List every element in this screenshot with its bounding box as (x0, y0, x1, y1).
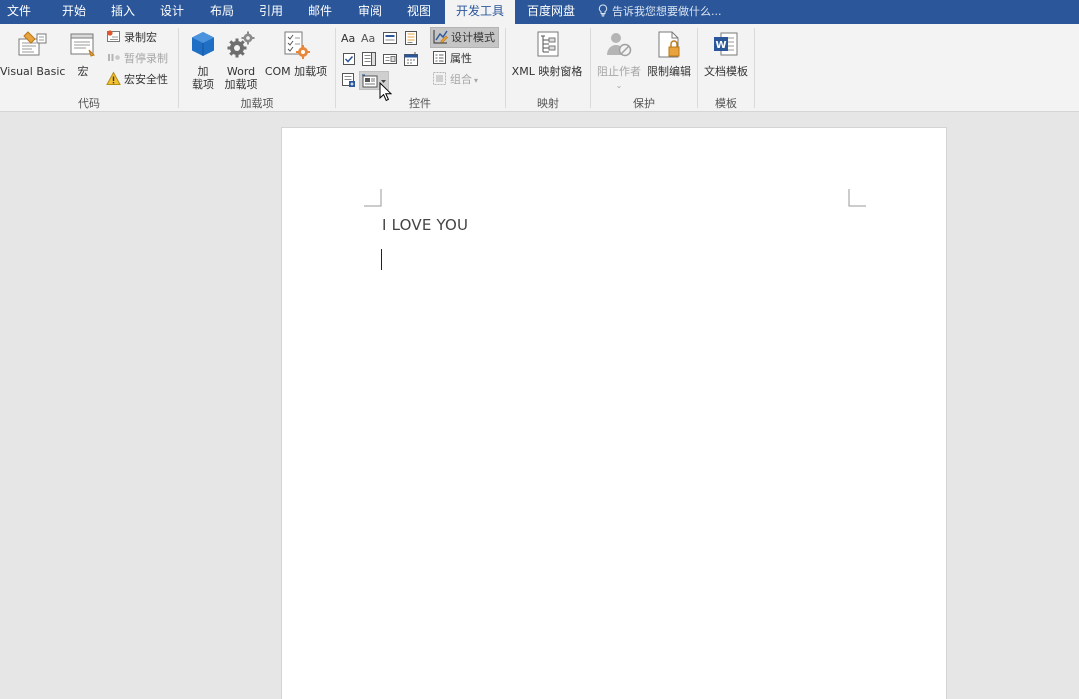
group-label-protect: 保护 (633, 97, 655, 110)
properties-label: 属性 (450, 52, 472, 65)
pause-icon (106, 50, 121, 71)
ribbon-tab-bar: 文件 开始 插入 设计 布局 引用 邮件 审阅 视图 开发工具 百度网盘 告诉我… (0, 0, 1079, 24)
document-text[interactable]: I LOVE YOU (382, 216, 468, 234)
block-authors-label: 阻止作者 (597, 65, 641, 78)
margin-corner-top-right (848, 189, 866, 207)
tell-me-placeholder: 告诉我您想要做什么... (612, 5, 722, 18)
word-addins-button[interactable]: Word 加载项 (222, 30, 260, 91)
block-authors-button[interactable]: 阻止作者 ⌄ (594, 30, 644, 92)
visual-basic-label: Visual Basic (0, 65, 66, 78)
document-template-button[interactable]: W 文档模板 (700, 30, 752, 78)
tab-baidu-netdisk[interactable]: 百度网盘 (520, 0, 582, 24)
tab-home[interactable]: 开始 (55, 0, 93, 24)
tab-file[interactable]: 文件 (0, 0, 38, 24)
svg-text:Aa: Aa (341, 32, 355, 45)
combo-box-content-control-icon[interactable] (361, 51, 377, 67)
addins-cube-icon (186, 30, 220, 63)
tab-design[interactable]: 设计 (153, 0, 191, 24)
tab-references[interactable]: 引用 (252, 0, 290, 24)
group-separator (754, 28, 755, 108)
com-addins-icon (262, 30, 330, 63)
macros-label: 宏 (77, 65, 89, 78)
macro-security-label: 宏安全性 (124, 73, 168, 86)
properties-button[interactable]: 属性 (432, 49, 472, 68)
picture-content-control-icon[interactable] (382, 30, 398, 46)
svg-text:W: W (716, 40, 727, 51)
checkbox-content-control-icon[interactable] (341, 51, 357, 67)
addins-label-line1: 加 (197, 65, 209, 78)
macros-button[interactable]: 宏 (66, 30, 100, 78)
record-macro-icon (106, 29, 121, 50)
macros-icon (66, 30, 100, 63)
xml-mapping-pane-label: XML 映射窗格 (511, 65, 583, 78)
date-picker-content-control-icon[interactable] (403, 51, 419, 67)
tab-insert[interactable]: 插入 (104, 0, 142, 24)
com-addins-button[interactable]: COM 加载项 (262, 30, 330, 78)
rich-text-content-control-icon[interactable]: Aa (341, 30, 359, 46)
group-label-mapping: 映射 (537, 97, 559, 110)
group-label-code: 代码 (78, 97, 100, 110)
document-template-label: 文档模板 (704, 65, 748, 78)
chevron-down-icon: ▾ (474, 76, 479, 85)
svg-text:Aa: Aa (361, 32, 375, 45)
tab-mailings[interactable]: 邮件 (301, 0, 339, 24)
gears-icon (222, 30, 260, 63)
building-block-gallery-icon[interactable] (403, 30, 419, 46)
pause-recording-label: 暂停录制 (124, 52, 168, 65)
addins-label-line2: 载项 (192, 78, 214, 91)
pause-recording-button[interactable]: 暂停录制 (106, 49, 168, 68)
xml-mapping-icon (508, 30, 586, 63)
design-mode-button[interactable]: 设计模式 (430, 27, 499, 48)
word-addins-label-line1: Word (226, 65, 256, 78)
xml-mapping-pane-button[interactable]: XML 映射窗格 (508, 30, 586, 78)
text-cursor (381, 249, 382, 270)
restrict-editing-button[interactable]: 限制编辑 (644, 30, 694, 78)
warning-icon (106, 71, 121, 92)
addins-button[interactable]: 加 载项 (186, 30, 220, 91)
tab-developer[interactable]: 开发工具 (445, 0, 515, 24)
restrict-editing-label: 限制编辑 (647, 65, 691, 78)
margin-corner-top-left (364, 189, 382, 207)
visual-basic-icon (0, 30, 64, 63)
group-button[interactable]: 组合 ▾ (432, 70, 478, 89)
ribbon-developer: Visual Basic 宏 录制宏 暂停录制 宏安全性 代码 加 载项 Wor… (0, 24, 1079, 112)
document-page[interactable]: I LOVE YOU (281, 127, 947, 699)
lightbulb-icon (598, 2, 608, 25)
macro-security-button[interactable]: 宏安全性 (106, 70, 168, 89)
repeating-section-content-control-icon[interactable] (341, 72, 357, 88)
tab-review[interactable]: 审阅 (351, 0, 389, 24)
tell-me-box[interactable]: 告诉我您想要做什么... (598, 0, 722, 24)
plain-text-content-control-icon[interactable]: Aa (361, 30, 379, 46)
restrict-editing-icon (644, 30, 694, 63)
record-macro-button[interactable]: 录制宏 (106, 28, 157, 47)
design-mode-icon (433, 29, 448, 50)
group-label-controls: 控件 (409, 97, 431, 110)
group-label-addins: 加载项 (240, 97, 274, 110)
com-addins-label: COM 加载项 (264, 65, 328, 78)
dropdown-list-content-control-icon[interactable] (382, 51, 398, 67)
group-label-templates: 模板 (715, 97, 737, 110)
word-addins-label-line2: 加载项 (224, 78, 258, 91)
design-mode-label: 设计模式 (451, 31, 495, 44)
tab-layout[interactable]: 布局 (203, 0, 241, 24)
word-document-icon: W (700, 30, 752, 63)
record-macro-label: 录制宏 (124, 31, 157, 44)
visual-basic-button[interactable]: Visual Basic (0, 30, 66, 78)
tab-view[interactable]: 视图 (400, 0, 438, 24)
group-icon (432, 71, 447, 92)
group-label-text: 组合 (450, 73, 472, 86)
block-authors-icon (594, 30, 644, 63)
chevron-down-icon: ⌄ (615, 81, 623, 90)
properties-icon (432, 50, 447, 71)
